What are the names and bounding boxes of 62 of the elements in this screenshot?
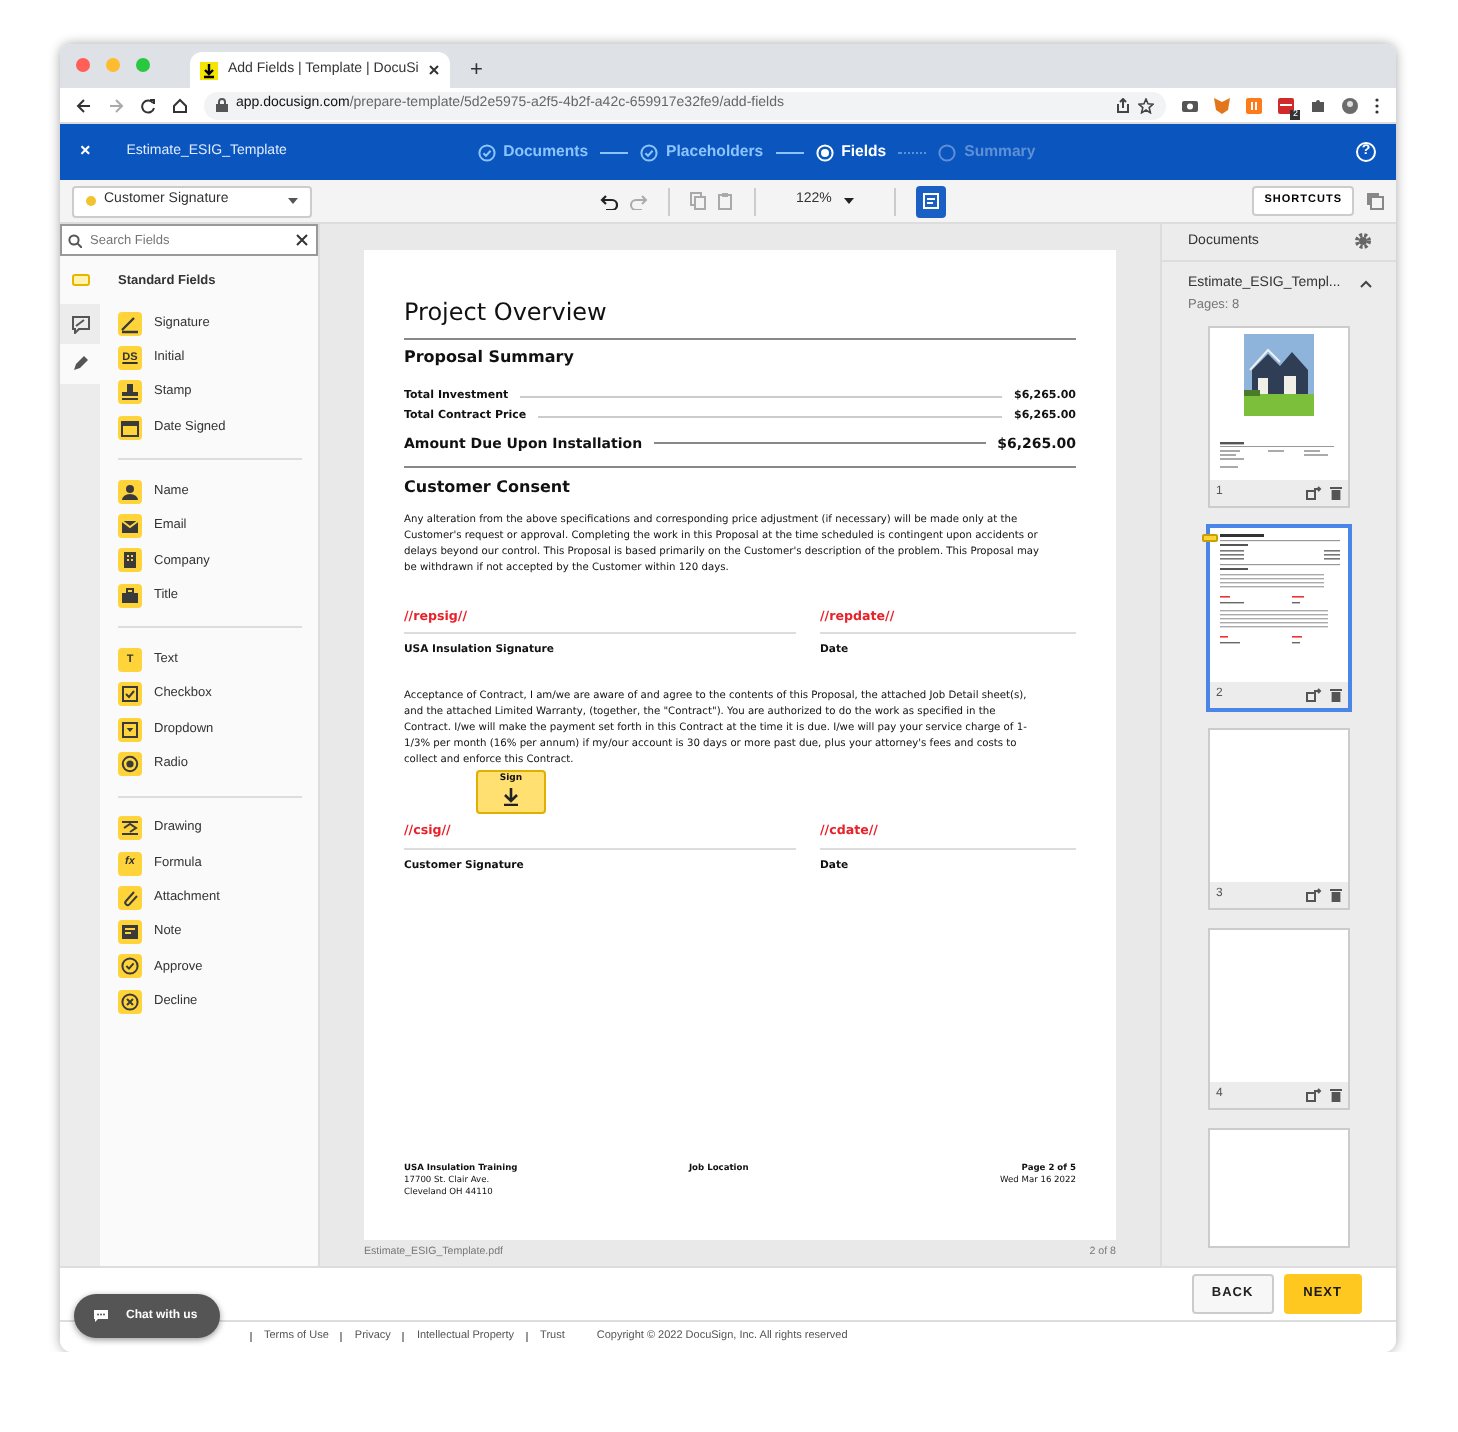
share-icon[interactable] bbox=[1116, 97, 1130, 113]
avatar-icon[interactable] bbox=[1342, 97, 1358, 113]
close-icon[interactable] bbox=[296, 234, 308, 246]
check-circle-icon bbox=[477, 143, 496, 161]
star-icon[interactable] bbox=[1138, 97, 1154, 113]
undo-icon[interactable] bbox=[600, 193, 618, 209]
download-icon bbox=[200, 61, 218, 79]
camera-icon[interactable] bbox=[1182, 98, 1198, 112]
person-icon bbox=[118, 479, 142, 504]
comment-icon[interactable] bbox=[71, 315, 89, 333]
fox-icon[interactable] bbox=[1214, 97, 1230, 113]
dropdown-icon bbox=[118, 717, 142, 742]
check-circle-icon bbox=[118, 954, 142, 979]
trash-icon[interactable] bbox=[1330, 486, 1342, 500]
trash-icon[interactable] bbox=[1330, 1088, 1342, 1102]
chat-bubble-icon bbox=[94, 1310, 108, 1322]
radio-icon bbox=[118, 751, 142, 776]
reload-icon[interactable] bbox=[140, 97, 156, 113]
download-icon bbox=[502, 787, 520, 806]
signature-icon bbox=[118, 311, 142, 336]
briefcase-icon bbox=[118, 583, 142, 608]
page-thumbnail[interactable] bbox=[1208, 1128, 1350, 1248]
rotate-icon[interactable] bbox=[1306, 688, 1322, 702]
note-icon bbox=[118, 920, 142, 945]
building-icon bbox=[118, 548, 142, 573]
copy-icon[interactable] bbox=[1366, 192, 1384, 210]
rotate-icon[interactable] bbox=[1306, 888, 1322, 902]
field-tab-icon[interactable] bbox=[71, 274, 89, 286]
collapse-icon[interactable] bbox=[1360, 280, 1372, 288]
section-heading: Proposal Summary bbox=[404, 346, 576, 370]
caret-icon bbox=[288, 198, 298, 204]
calendar-icon bbox=[118, 415, 142, 440]
drawing-icon bbox=[118, 816, 142, 841]
radio-icon bbox=[815, 143, 834, 161]
section-heading: Customer Consent bbox=[404, 466, 1076, 500]
trash-icon[interactable] bbox=[1330, 688, 1342, 702]
search-icon bbox=[68, 233, 82, 247]
rotate-icon[interactable] bbox=[1306, 1088, 1322, 1102]
pencil-icon[interactable] bbox=[72, 356, 88, 372]
close-icon[interactable] bbox=[428, 64, 441, 76]
rotate-icon[interactable] bbox=[1306, 486, 1322, 500]
field-marker-icon bbox=[1202, 534, 1218, 542]
trash-icon[interactable] bbox=[1330, 888, 1342, 902]
back-icon[interactable] bbox=[76, 97, 92, 113]
document-title: Project Overview bbox=[404, 294, 1076, 340]
document-icon bbox=[921, 192, 940, 210]
paperclip-icon bbox=[118, 885, 142, 910]
envelope-icon bbox=[118, 514, 142, 539]
stamp-icon bbox=[118, 380, 142, 405]
close-button[interactable]: × bbox=[80, 138, 91, 166]
home-icon[interactable] bbox=[172, 97, 188, 113]
document-panel-button[interactable] bbox=[915, 185, 946, 217]
x-circle-icon bbox=[118, 989, 142, 1014]
settings-icon[interactable] bbox=[1354, 232, 1372, 251]
lock-icon bbox=[216, 98, 228, 112]
extension-icon[interactable] bbox=[1278, 97, 1294, 113]
new-tab-button[interactable]: + bbox=[470, 60, 483, 82]
caret-icon bbox=[843, 198, 854, 204]
check-circle-icon bbox=[640, 143, 659, 161]
checkbox-icon bbox=[118, 682, 142, 707]
radio-icon bbox=[938, 143, 957, 161]
more-icon[interactable] bbox=[1374, 97, 1380, 113]
